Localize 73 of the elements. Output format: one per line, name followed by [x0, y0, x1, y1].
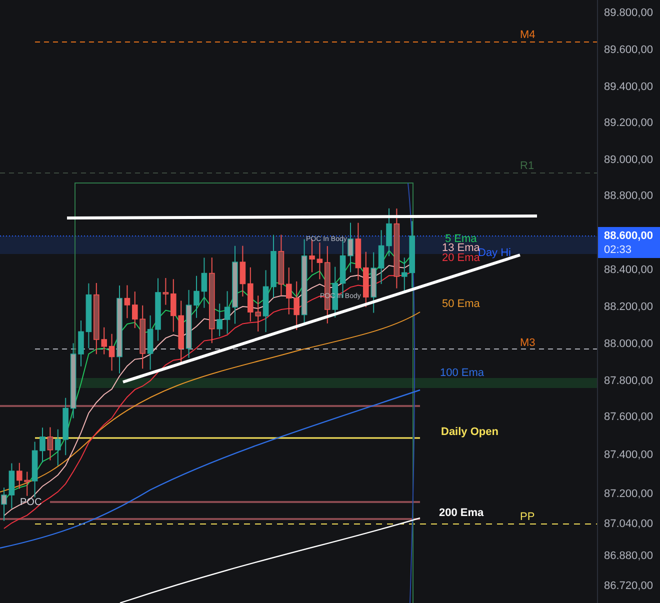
candlestick: [186, 289, 192, 358]
candlestick: [355, 222, 362, 281]
current-price: 88.600,00: [604, 229, 654, 243]
candlestick: [78, 320, 84, 367]
chart-label: 20 Ema: [442, 252, 480, 264]
candlestick: [16, 462, 22, 490]
candlestick: [248, 266, 254, 322]
chart-label: M3: [520, 337, 536, 349]
axis-label: 89.800,00: [604, 8, 653, 19]
candlestick: [132, 291, 138, 329]
candlestick: [386, 208, 392, 257]
axis-label: 87.040,00: [604, 519, 653, 530]
chart-label: 100 Ema: [440, 367, 484, 379]
candlestick: [270, 234, 276, 298]
candlestick: [55, 428, 61, 466]
candlestick: [32, 441, 38, 498]
axis-label: 89.200,00: [604, 118, 653, 129]
candlestick: [1, 487, 7, 522]
candlestick: [178, 300, 184, 364]
chart-label: 200 Ema: [439, 507, 484, 519]
axis-label: 89.400,00: [604, 82, 653, 93]
axis-label: 87.200,00: [604, 489, 653, 500]
chart-label: 50 Ema: [442, 298, 480, 310]
chart-label: Daily Open: [441, 426, 498, 438]
axis-label: 88.400,00: [604, 265, 653, 276]
candlestick: [278, 234, 284, 296]
candlestick: [240, 245, 246, 297]
axis-label: 88.000,00: [604, 339, 653, 350]
candlestick: [108, 333, 115, 372]
chart-label: 13 Ema: [442, 242, 480, 254]
candlestick: [402, 257, 408, 294]
candlestick: [47, 426, 54, 461]
candlestick: [201, 257, 208, 308]
candlestick: [216, 303, 222, 337]
chart-label: M4: [520, 29, 536, 41]
candlestick: [101, 326, 107, 355]
axis-label: 86.720,00: [604, 581, 653, 592]
candlestick: [124, 284, 130, 319]
candlestick: [224, 290, 230, 334]
candlestick: [40, 427, 46, 464]
candlestick: [8, 462, 15, 510]
candlestick: [262, 270, 269, 333]
chart-label: R1: [520, 160, 534, 172]
axis-label: 89.600,00: [604, 45, 653, 56]
axis-label: 87.600,00: [604, 412, 653, 423]
candlestick: [155, 278, 161, 342]
candlestick: [24, 471, 30, 496]
candlestick: [378, 230, 384, 285]
candle-countdown: 02:33: [604, 243, 633, 257]
candlestick: [316, 242, 323, 280]
candlestick: [86, 282, 92, 349]
candlestick: [162, 278, 169, 306]
trend-line[interactable]: [67, 214, 537, 220]
chart-label: PP: [520, 511, 535, 523]
candlestick: [255, 295, 261, 332]
axis-label: 87.400,00: [604, 450, 653, 461]
chart-label: Day Hi: [478, 247, 512, 259]
candlestick: [363, 251, 369, 308]
axis-label: 86.880,00: [604, 551, 653, 562]
candlestick: [370, 252, 376, 314]
candlestick: [170, 278, 176, 332]
candlestick: [194, 275, 200, 318]
axis-label: 88.200,00: [604, 302, 653, 313]
candlestick: [147, 314, 154, 370]
candlestick: [294, 280, 300, 330]
axis-label: 87.800,00: [604, 376, 653, 387]
candlestick: [140, 304, 146, 370]
candlestick: [286, 267, 292, 315]
axis-label: 88.800,00: [604, 191, 653, 202]
candlestick: [62, 397, 68, 456]
candlestick: [409, 220, 415, 288]
candlestick: [348, 222, 354, 273]
axis-label: 89.000,00: [604, 155, 653, 166]
